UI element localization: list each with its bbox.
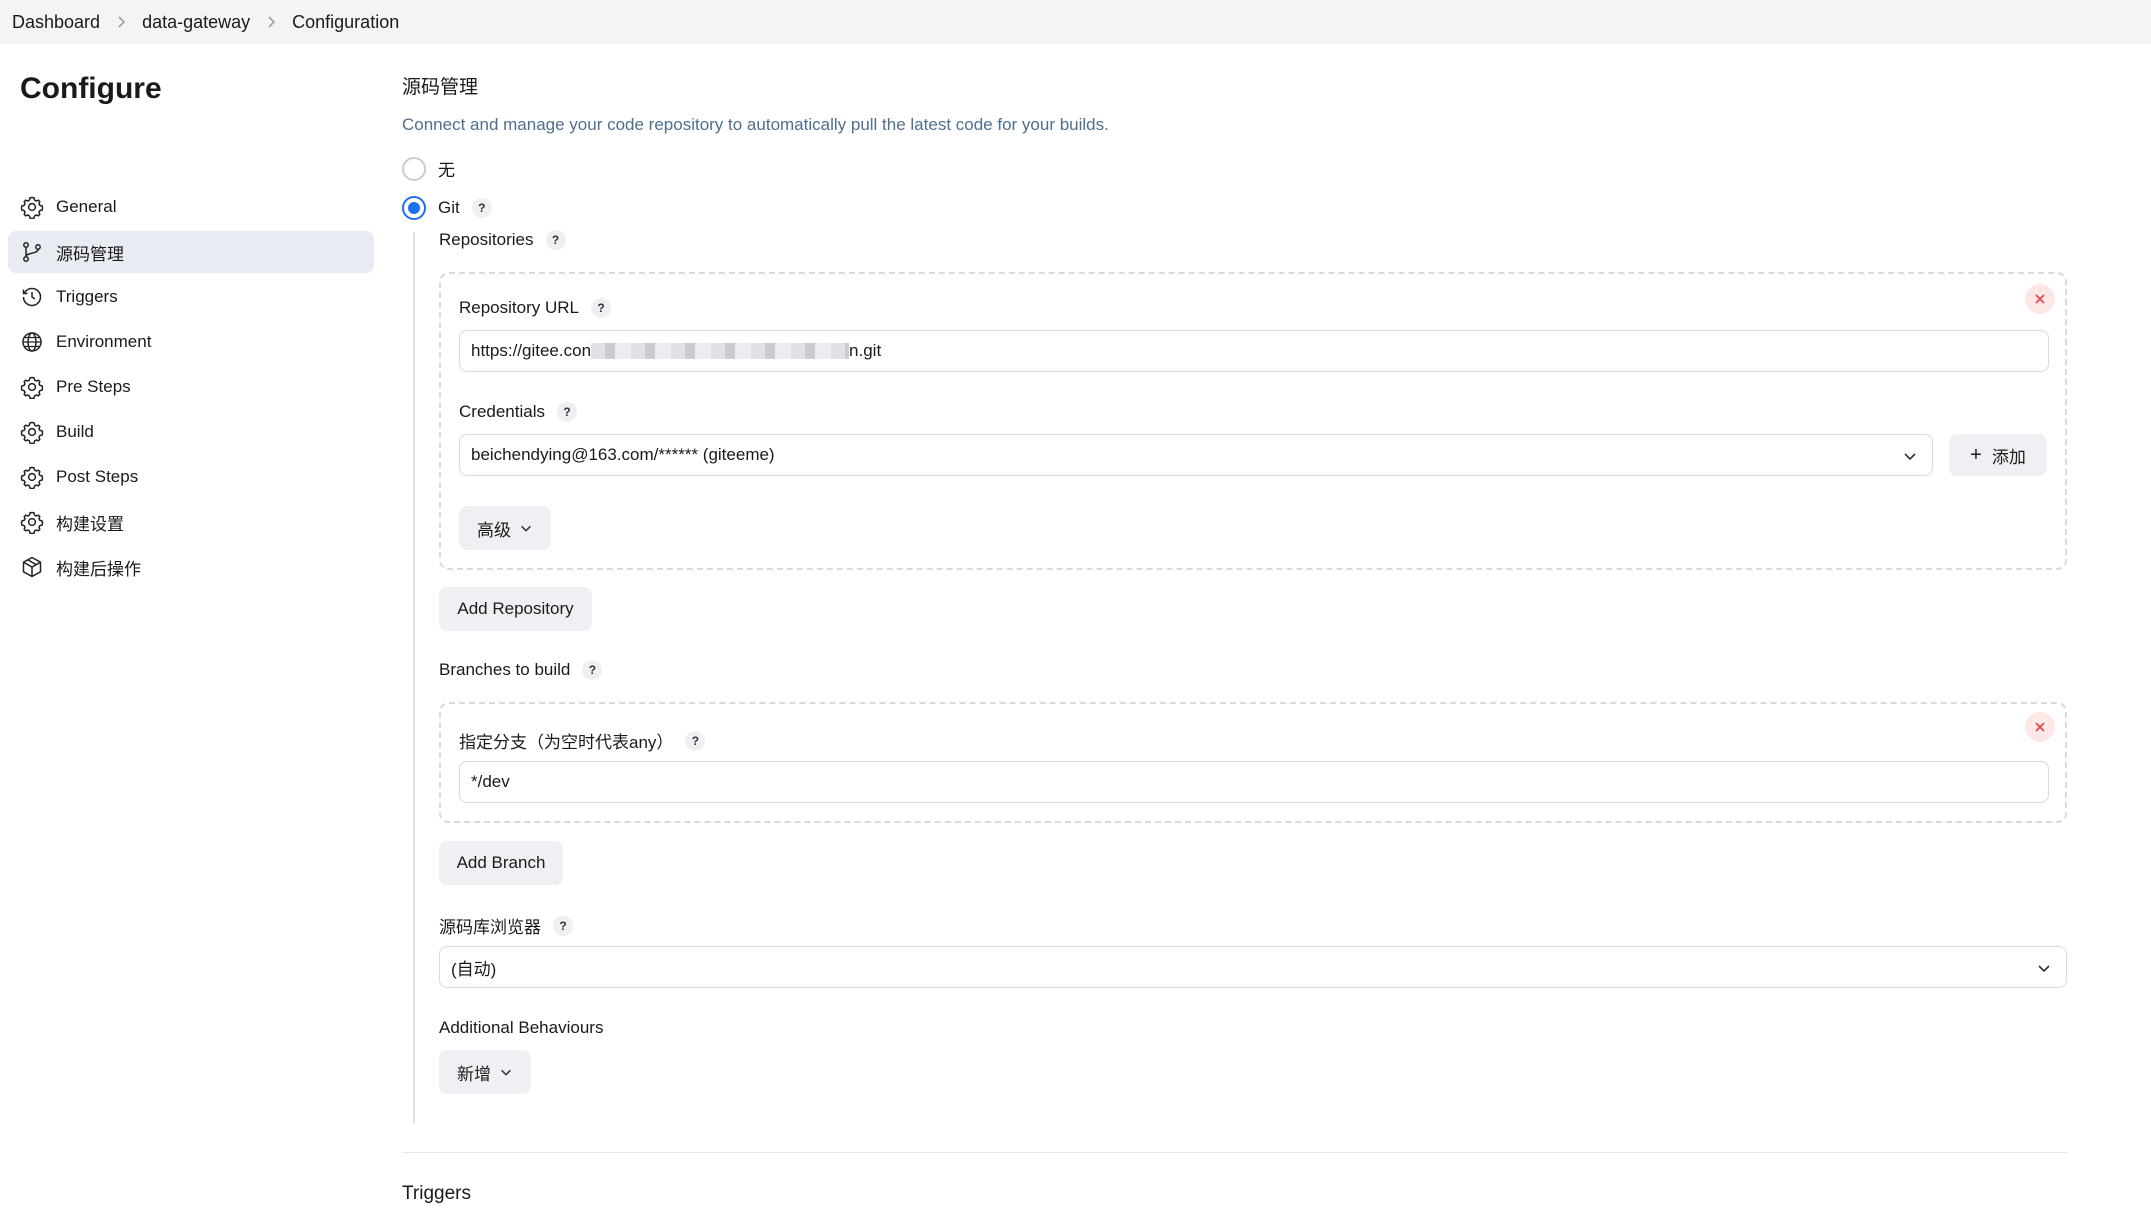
clock-icon — [20, 285, 44, 309]
branch-spec-input[interactable]: */dev — [459, 761, 2049, 803]
breadcrumb: Dashboard data-gateway Configuration — [0, 0, 2151, 44]
section-divider — [402, 1152, 2068, 1153]
help-icon[interactable]: ? — [591, 298, 611, 318]
repositories-label-text: Repositories — [439, 230, 534, 249]
repository-url-prefix: https://gitee.con — [471, 341, 592, 360]
sidebar-item-pre-steps[interactable]: Pre Steps — [8, 366, 374, 408]
scm-option-git[interactable]: Git ? — [402, 196, 492, 220]
branches-label: Branches to build ? — [439, 660, 603, 680]
add-behaviour-label: 新增 — [457, 1064, 491, 1084]
help-icon[interactable]: ? — [582, 660, 603, 680]
radio-none[interactable] — [402, 156, 426, 181]
repository-url-label-text: Repository URL — [459, 298, 579, 317]
close-icon — [2035, 722, 2045, 732]
add-branch-button[interactable]: Add Branch — [439, 841, 563, 885]
sidebar-item-label: Post Steps — [56, 467, 139, 486]
repository-browser-value: (自动) — [451, 959, 497, 979]
sidebar-item-label: Build — [56, 422, 94, 441]
sidebar-item-build-settings[interactable]: 构建设置 — [8, 501, 374, 543]
add-repository-button[interactable]: Add Repository — [439, 587, 592, 631]
scm-description: Connect and manage your code repository … — [402, 115, 1109, 134]
git-options-guide — [413, 232, 415, 1124]
sidebar-nav: General 源码管理 Triggers Environment Pre St… — [8, 186, 374, 591]
add-behaviour-button[interactable]: 新增 — [439, 1050, 531, 1094]
sidebar-item-post-steps[interactable]: Post Steps — [8, 456, 374, 498]
page-title: Configure — [20, 72, 162, 105]
branch-icon — [20, 240, 44, 264]
sidebar-item-environment[interactable]: Environment — [8, 321, 374, 363]
close-icon — [2035, 294, 2045, 304]
scm-option-none[interactable]: 无 — [402, 156, 455, 181]
help-icon[interactable]: ? — [545, 230, 566, 250]
add-credentials-label: 添加 — [1991, 447, 2026, 467]
sidebar-item-label: 构建设置 — [56, 514, 124, 534]
advanced-label: 高级 — [477, 520, 511, 540]
chevron-right-icon — [264, 15, 278, 29]
sidebar-item-general[interactable]: General — [8, 186, 374, 228]
sidebar-item-label: General — [56, 197, 117, 216]
globe-icon — [20, 330, 44, 354]
branch-spec-label: 指定分支（为空时代表any） ? — [459, 728, 706, 753]
credentials-value: beichendying@163.com/****** (giteeme) — [471, 445, 775, 464]
sidebar-item-label: Environment — [56, 332, 152, 351]
sidebar-item-post-build[interactable]: 构建后操作 — [8, 546, 374, 588]
sidebar-item-build[interactable]: Build — [8, 411, 374, 453]
sidebar-item-label: Pre Steps — [56, 377, 131, 396]
branch-panel: 指定分支（为空时代表any） ? */dev — [439, 702, 2067, 823]
gear-icon — [20, 420, 44, 444]
help-icon[interactable]: ? — [685, 730, 706, 751]
help-icon[interactable]: ? — [557, 402, 577, 422]
package-icon — [20, 555, 44, 579]
radio-git[interactable] — [402, 196, 426, 220]
credentials-label-text: Credentials — [459, 402, 545, 421]
add-branch-label: Add Branch — [456, 853, 546, 872]
branches-label-text: Branches to build — [439, 660, 571, 679]
branch-spec-value: */dev — [471, 772, 510, 791]
breadcrumb-configuration[interactable]: Configuration — [292, 12, 399, 33]
radio-label: 无 — [438, 161, 455, 180]
help-icon[interactable]: ? — [471, 198, 492, 218]
sidebar-item-label: 构建后操作 — [56, 559, 141, 579]
breadcrumb-project[interactable]: data-gateway — [142, 12, 250, 33]
credentials-select[interactable]: beichendying@163.com/****** (giteeme) — [459, 434, 1933, 476]
chevron-down-icon — [501, 1069, 511, 1076]
delete-repository-button[interactable] — [2025, 284, 2055, 314]
breadcrumb-dashboard[interactable]: Dashboard — [12, 12, 100, 33]
gear-icon — [20, 375, 44, 399]
chevron-down-icon — [2038, 965, 2050, 973]
sidebar-item-scm[interactable]: 源码管理 — [8, 231, 374, 273]
credentials-label: Credentials ? — [459, 402, 577, 422]
sidebar-item-label: 源码管理 — [56, 244, 124, 264]
triggers-section-title: Triggers — [402, 1183, 471, 1204]
repository-url-input[interactable]: https://gitee.con n.git — [459, 330, 2049, 372]
chevron-right-icon — [114, 15, 128, 29]
radio-label: Git — [438, 198, 460, 217]
delete-branch-button[interactable] — [2025, 712, 2055, 742]
repository-url-suffix: n.git — [849, 341, 882, 360]
add-repository-label: Add Repository — [457, 599, 574, 618]
redacted-region — [591, 343, 850, 359]
repository-browser-label: 源码库浏览器 ? — [439, 913, 573, 938]
additional-behaviours-label: Additional Behaviours — [439, 1018, 603, 1038]
repository-panel: Repository URL ? https://gitee.con n.git … — [439, 272, 2067, 570]
additional-behaviours-label-text: Additional Behaviours — [439, 1018, 604, 1037]
help-icon[interactable]: ? — [553, 915, 573, 936]
sidebar-item-triggers[interactable]: Triggers — [8, 276, 374, 318]
chevron-down-icon — [521, 525, 531, 532]
gear-icon — [20, 465, 44, 489]
branch-spec-label-text: 指定分支（为空时代表any） — [459, 733, 674, 752]
scm-section-title: 源码管理 — [402, 77, 479, 98]
gear-icon — [20, 510, 44, 534]
chevron-down-icon — [1904, 453, 1916, 461]
sidebar-item-label: Triggers — [56, 287, 118, 306]
add-credentials-button[interactable]: + 添加 — [1949, 434, 2047, 476]
plus-icon: + — [1970, 444, 1982, 466]
repository-browser-label-text: 源码库浏览器 — [439, 918, 541, 937]
gear-icon — [20, 195, 44, 219]
repositories-label: Repositories ? — [439, 230, 566, 250]
advanced-button[interactable]: 高级 — [459, 506, 551, 550]
repository-browser-select[interactable]: (自动) — [439, 946, 2067, 988]
repository-url-label: Repository URL ? — [459, 298, 611, 318]
